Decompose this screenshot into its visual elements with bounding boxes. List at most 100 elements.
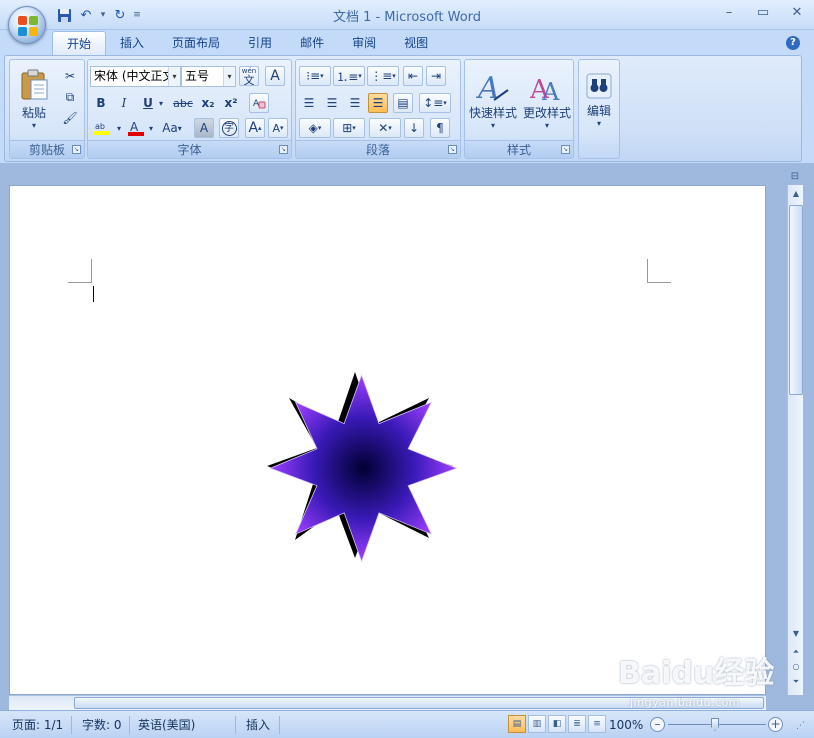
status-word-count[interactable]: 字数: 0: [70, 716, 130, 734]
svg-text:A: A: [130, 120, 139, 134]
font-name-combo[interactable]: 宋体 (中文正文 ▾: [90, 66, 181, 87]
zoom-level[interactable]: 100%: [609, 716, 643, 734]
tab-view[interactable]: 视图: [390, 31, 442, 55]
redo-icon[interactable]: ↻: [110, 5, 130, 25]
scroll-down-icon[interactable]: ▼: [789, 627, 803, 641]
underline-button[interactable]: U: [138, 93, 158, 113]
font-name-dropdown-icon[interactable]: ▾: [168, 67, 180, 86]
change-styles-dropdown-icon: ▾: [544, 121, 549, 130]
superscript-button[interactable]: x²: [221, 93, 241, 113]
title-bar: 文档 1 - Microsoft Word ↶ ▾ ↻ ≡ – ▭ ✕: [0, 0, 814, 30]
show-formatting-icon[interactable]: ¶: [430, 118, 450, 138]
distributed-icon[interactable]: ▤: [393, 93, 413, 113]
scroll-up-icon[interactable]: ▲: [789, 187, 803, 201]
char-shading-button[interactable]: A: [194, 118, 214, 138]
help-icon[interactable]: ?: [786, 36, 800, 50]
document-page[interactable]: [9, 185, 766, 695]
tab-references[interactable]: 引用: [234, 31, 286, 55]
shrink-font-button[interactable]: A ▾: [268, 118, 288, 138]
shading-icon[interactable]: ◈ ▾: [299, 118, 331, 138]
phonetic-guide-button[interactable]: wén 文: [239, 66, 259, 86]
zoom-in-icon[interactable]: +: [768, 717, 783, 732]
status-insert-mode[interactable]: 插入: [234, 716, 280, 734]
save-icon[interactable]: [54, 5, 74, 25]
align-right-icon[interactable]: ☰: [345, 93, 365, 113]
styles-group-label: 样式: [465, 140, 573, 158]
full-screen-reading-icon[interactable]: ▥: [528, 715, 546, 733]
format-painter-icon[interactable]: 🖌: [60, 108, 80, 128]
office-button[interactable]: [8, 6, 46, 44]
change-styles-button[interactable]: AA 更改样式 ▾: [521, 64, 573, 136]
change-styles-label: 更改样式: [522, 106, 571, 120]
clear-formatting-icon[interactable]: A: [249, 93, 269, 113]
paragraph-launcher-icon[interactable]: ↘: [448, 145, 457, 154]
customize-qat-icon[interactable]: ≡: [132, 10, 142, 20]
editing-dropdown-icon: ▾: [596, 118, 601, 128]
bold-button[interactable]: B: [91, 93, 111, 113]
binoculars-icon: [586, 73, 612, 98]
font-color-button[interactable]: A: [126, 118, 146, 138]
tab-review[interactable]: 审阅: [338, 31, 390, 55]
strikethrough-button[interactable]: abc: [170, 93, 196, 113]
justify-icon[interactable]: ☰: [368, 93, 388, 113]
tab-insert[interactable]: 插入: [106, 31, 158, 55]
numbering-icon[interactable]: ⒈≡ ▾: [333, 66, 365, 86]
subscript-button[interactable]: x₂: [198, 93, 218, 113]
editing-button[interactable]: 编辑 ▾: [581, 64, 617, 136]
sort-icon[interactable]: ↓: [404, 118, 424, 138]
char-border-button[interactable]: A: [265, 66, 285, 86]
increase-indent-icon[interactable]: ⇥: [426, 66, 446, 86]
undo-dropdown-icon[interactable]: ▾: [98, 10, 108, 20]
enclose-char-button[interactable]: 字: [219, 118, 239, 138]
tab-mailings[interactable]: 邮件: [286, 31, 338, 55]
paragraph-group: ⁝≡ ▾ ⒈≡ ▾ ⋮≡ ▾ ⇤ ⇥ ☰ ☰ ☰ ☰ ▤ ↕≡ ▾ ◈ ▾ ⊞ ▾ ✕ ▾ ↓…: [295, 59, 461, 159]
status-language[interactable]: 英语(美国): [126, 716, 236, 734]
bullets-icon[interactable]: ⁝≡ ▾: [299, 66, 331, 86]
font-group: 宋体 (中文正文 ▾ 五号 ▾ wén 文 A B I U ▾ abc x₂ x…: [87, 59, 292, 159]
draft-view-icon[interactable]: ≡: [588, 715, 606, 733]
font-size-dropdown-icon[interactable]: ▾: [223, 67, 235, 86]
multilevel-list-icon[interactable]: ⋮≡ ▾: [367, 66, 399, 86]
minimize-button[interactable]: –: [712, 0, 746, 24]
resize-grip-icon[interactable]: ⋰: [796, 721, 805, 731]
decrease-indent-icon[interactable]: ⇤: [403, 66, 423, 86]
zoom-slider-thumb[interactable]: [711, 718, 719, 731]
watermark-text: Baidu经验: [618, 656, 775, 691]
zoom-out-icon[interactable]: –: [650, 717, 665, 732]
quick-styles-button[interactable]: A 快速样式 ▾: [467, 64, 519, 136]
chinese-layout-icon[interactable]: ✕ ▾: [369, 118, 401, 138]
change-styles-icon: AA: [530, 75, 560, 104]
font-size-combo[interactable]: 五号 ▾: [181, 66, 236, 87]
align-center-icon[interactable]: ☰: [322, 93, 342, 113]
change-case-button[interactable]: Aa ▾: [159, 118, 185, 138]
status-page[interactable]: 页面: 1/1: [0, 716, 72, 734]
borders-icon[interactable]: ⊞ ▾: [333, 118, 365, 138]
maximize-button[interactable]: ▭: [746, 0, 780, 24]
close-button[interactable]: ✕: [780, 0, 814, 24]
italic-button[interactable]: I: [114, 93, 134, 113]
grow-font-button[interactable]: A ▴: [245, 118, 265, 138]
align-left-icon[interactable]: ☰: [299, 93, 319, 113]
underline-dropdown-icon[interactable]: ▾: [156, 93, 166, 113]
print-layout-view-icon[interactable]: ▤: [508, 715, 526, 733]
font-group-label: 字体: [88, 140, 291, 158]
outline-view-icon[interactable]: ≣: [568, 715, 586, 733]
clipboard-launcher-icon[interactable]: ↘: [72, 145, 81, 154]
paste-button[interactable]: 粘贴 ▾: [14, 64, 54, 134]
line-spacing-icon[interactable]: ↕≡ ▾: [419, 93, 451, 113]
eight-point-star-shape[interactable]: [255, 362, 467, 574]
view-ruler-icon[interactable]: ⊟: [789, 171, 801, 183]
highlight-button[interactable]: ab: [91, 118, 115, 138]
font-color-dropdown-icon[interactable]: ▾: [146, 118, 156, 138]
vertical-scroll-thumb[interactable]: [789, 205, 803, 395]
tab-page-layout[interactable]: 页面布局: [158, 31, 234, 55]
styles-launcher-icon[interactable]: ↘: [561, 145, 570, 154]
copy-icon[interactable]: ⧉: [60, 87, 80, 107]
undo-icon[interactable]: ↶: [76, 5, 96, 25]
vertical-scrollbar[interactable]: ▲ ▼ ⏶ ○ ⏷: [787, 185, 803, 695]
highlight-dropdown-icon[interactable]: ▾: [114, 118, 124, 138]
cut-icon[interactable]: ✂: [60, 66, 80, 86]
font-launcher-icon[interactable]: ↘: [279, 145, 288, 154]
tab-home[interactable]: 开始: [52, 31, 107, 55]
web-layout-icon[interactable]: ◧: [548, 715, 566, 733]
